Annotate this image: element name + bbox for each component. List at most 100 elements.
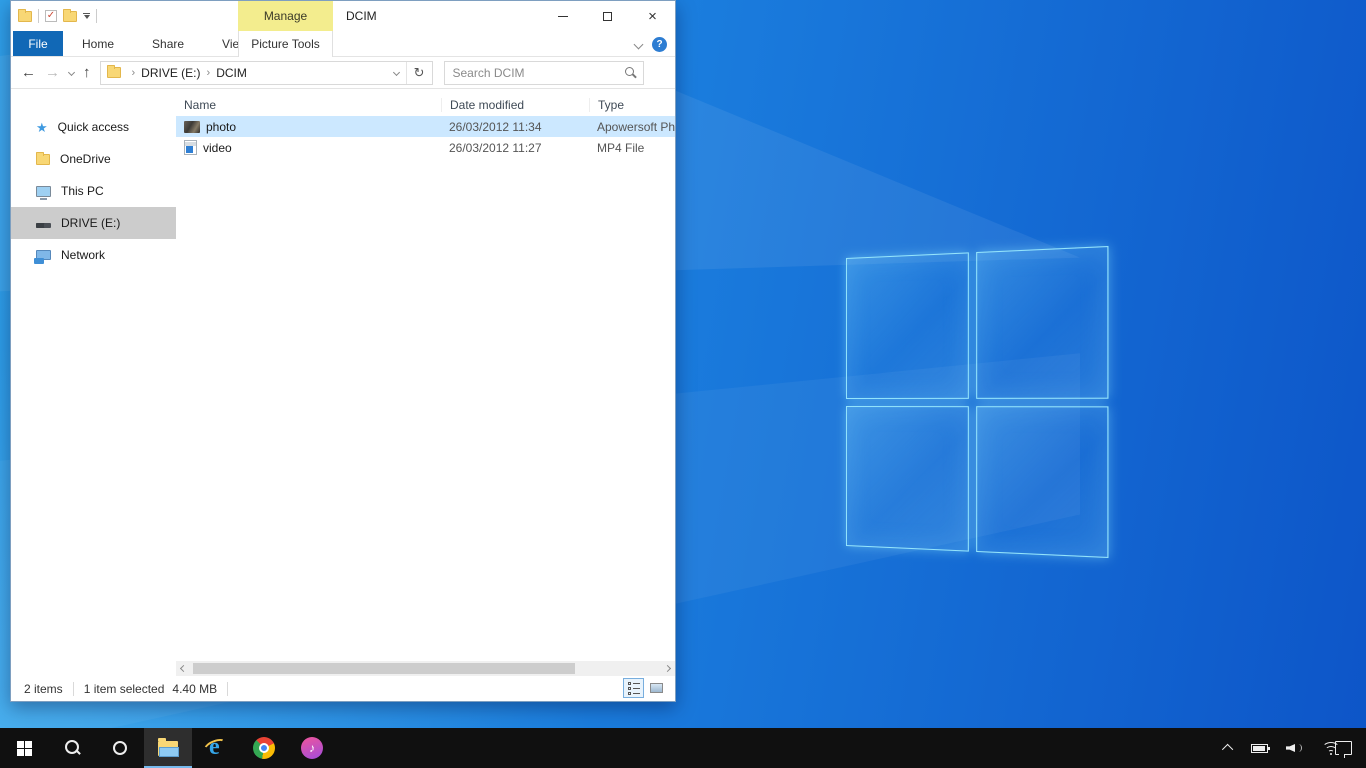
breadcrumb-drive[interactable]: DRIVE (E:) — [141, 66, 200, 80]
minimize-button[interactable] — [540, 1, 585, 31]
start-icon — [17, 741, 32, 756]
chrome-taskbar-button[interactable] — [240, 728, 288, 768]
sidebar-item-this-pc[interactable]: This PC — [11, 175, 176, 207]
status-separator — [73, 682, 74, 696]
tab-file[interactable]: File — [13, 31, 63, 56]
itunes-icon: ♪ — [301, 737, 323, 759]
volume-icon[interactable] — [1286, 741, 1304, 755]
windows-logo-pane — [976, 246, 1109, 398]
back-icon[interactable]: ← — [21, 65, 36, 80]
ribbon-right-controls: ? — [635, 31, 667, 57]
search-icon[interactable] — [623, 66, 637, 80]
sidebar-item-label: This PC — [61, 184, 104, 198]
start-button[interactable] — [0, 728, 48, 768]
sidebar-item-onedrive[interactable]: OneDrive — [11, 143, 176, 175]
battery-icon[interactable] — [1251, 744, 1268, 753]
cortana-button[interactable] — [96, 728, 144, 768]
file-date-cell: 26/03/2012 11:27 — [441, 141, 589, 155]
column-header-type[interactable]: Type — [589, 98, 675, 112]
status-separator — [227, 682, 228, 696]
new-folder-icon[interactable] — [63, 11, 77, 22]
close-button[interactable]: × — [630, 1, 675, 31]
file-row-video[interactable]: video 26/03/2012 11:27 MP4 File — [176, 137, 675, 158]
details-view-icon — [628, 682, 640, 695]
title-bar[interactable]: ✓ Manage DCIM × — [11, 1, 675, 31]
this-pc-monitor-icon — [36, 186, 51, 197]
windows-logo-pane — [846, 252, 968, 398]
file-row-photo[interactable]: photo 26/03/2012 11:34 Apowersoft Pho — [176, 116, 675, 137]
maximize-button[interactable] — [585, 1, 630, 31]
taskbar-search-button[interactable] — [48, 728, 96, 768]
internet-explorer-taskbar-button[interactable]: e — [192, 728, 240, 768]
photo-thumbnail-icon — [184, 121, 200, 133]
forward-icon[interactable]: → — [45, 65, 60, 80]
quick-access-star-icon: ★ — [36, 121, 48, 134]
internet-explorer-icon: e — [204, 736, 228, 760]
scroll-right-icon[interactable] — [660, 661, 675, 676]
chrome-icon — [253, 737, 275, 759]
tab-home[interactable]: Home — [63, 31, 133, 56]
quick-access-toolbar: ✓ — [18, 1, 97, 31]
file-explorer-taskbar-button[interactable] — [144, 728, 192, 768]
search-input[interactable] — [445, 66, 623, 80]
recent-locations-chevron-icon[interactable] — [68, 69, 75, 76]
properties-check-icon[interactable]: ✓ — [45, 10, 57, 22]
address-row: ← → ↑ › DRIVE (E:) › DCIM ↻ — [11, 57, 675, 89]
refresh-icon[interactable]: ↻ — [406, 62, 432, 84]
action-center-icon — [1335, 741, 1352, 755]
taskbar: e ♪ — [0, 728, 1366, 768]
up-icon[interactable]: ↑ — [83, 65, 91, 80]
cortana-icon — [113, 741, 127, 755]
search-icon — [63, 739, 81, 757]
sidebar-item-network[interactable]: Network — [11, 239, 176, 271]
scroll-left-icon[interactable] — [176, 661, 191, 676]
selection-size: 4.40 MB — [172, 682, 217, 696]
navigation-pane: ★ Quick access OneDrive This PC DRIVE (E… — [11, 89, 176, 661]
help-icon[interactable]: ? — [652, 37, 667, 52]
tab-share[interactable]: Share — [133, 31, 203, 56]
action-center-button[interactable] — [1335, 728, 1352, 768]
drive-icon — [36, 223, 51, 228]
windows-logo-pane — [846, 406, 968, 552]
file-explorer-icon — [158, 741, 178, 756]
window-title: DCIM — [346, 1, 377, 31]
navigation-buttons: ← → ↑ — [11, 65, 100, 80]
sidebar-item-quick-access[interactable]: ★ Quick access — [11, 111, 176, 143]
sidebar-item-label: DRIVE (E:) — [61, 216, 120, 230]
file-explorer-window: ✓ Manage DCIM × File Home Share View Pic… — [10, 0, 676, 702]
thumbnails-view-button[interactable] — [646, 678, 667, 698]
customize-qat-arrow[interactable] — [83, 13, 90, 19]
scrollbar-thumb[interactable] — [193, 663, 575, 674]
expand-ribbon-chevron-icon[interactable] — [634, 39, 644, 49]
file-list: Name Date modified Type photo 26/03/2012… — [176, 89, 675, 661]
file-type-cell: Apowersoft Pho — [589, 120, 675, 134]
sidebar-item-drive-e[interactable]: DRIVE (E:) — [11, 207, 176, 239]
column-header-date-modified[interactable]: Date modified — [441, 98, 589, 112]
sidebar-item-label: Quick access — [58, 120, 129, 134]
file-name-cell: photo — [176, 120, 441, 134]
ribbon-tab-row: File Home Share View Picture Tools ? — [11, 31, 675, 57]
column-header-name[interactable]: Name — [176, 98, 441, 112]
items-count: 2 items — [24, 682, 63, 696]
main-area: ★ Quick access OneDrive This PC DRIVE (E… — [11, 89, 675, 661]
file-type-cell: MP4 File — [589, 141, 675, 155]
breadcrumb-chevron-icon: › — [132, 67, 136, 79]
details-view-button[interactable] — [623, 678, 644, 698]
windows-logo — [846, 246, 1108, 558]
address-bar[interactable]: › DRIVE (E:) › DCIM ↻ — [100, 61, 433, 85]
network-icon — [36, 250, 51, 260]
tab-picture-tools[interactable]: Picture Tools — [238, 31, 333, 57]
manage-contextual-group[interactable]: Manage — [238, 1, 333, 31]
address-folder-icon — [107, 67, 121, 78]
horizontal-scrollbar[interactable] — [176, 661, 675, 676]
address-dropdown-chevron-icon[interactable] — [387, 62, 406, 84]
thumbnails-view-icon — [650, 683, 663, 693]
breadcrumb-dcim[interactable]: DCIM — [216, 66, 247, 80]
mp4-file-icon — [184, 140, 197, 155]
tray-expand-chevron-icon[interactable] — [1222, 744, 1233, 755]
breadcrumb-chevron-icon: › — [207, 67, 211, 79]
explorer-folder-icon[interactable] — [18, 11, 32, 22]
sort-ascending-icon — [303, 89, 311, 91]
windows-logo-pane — [976, 406, 1109, 558]
itunes-taskbar-button[interactable]: ♪ — [288, 728, 336, 768]
